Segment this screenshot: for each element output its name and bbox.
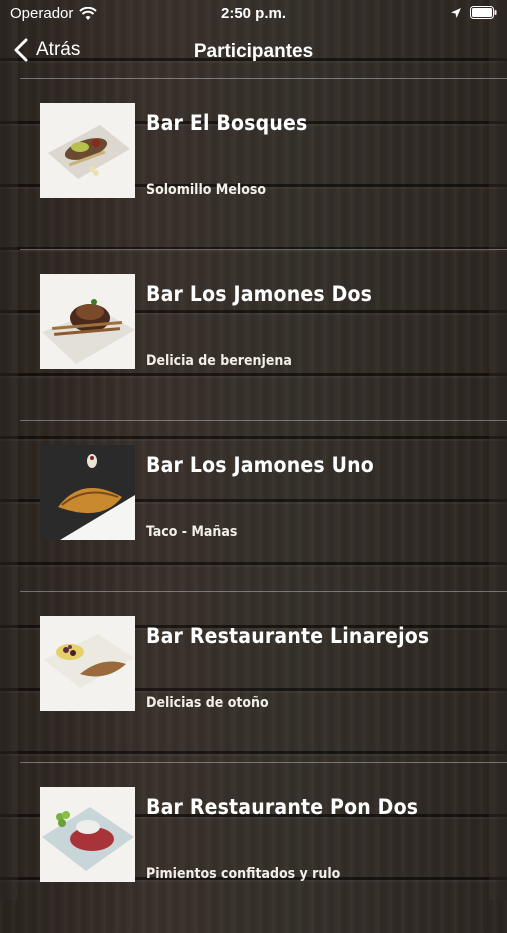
status-right-group [450,6,497,19]
page-title: Participantes [193,41,314,62]
status-bar: Operador 2:50 p.m. [0,0,507,28]
dish-thumbnail [40,445,135,540]
dish-image-taco [40,445,135,540]
item-subtitle: Delicias de otoño [146,695,269,711]
item-title: Bar Restaurante Linarejos [146,624,430,648]
list-item[interactable]: Bar Restaurante Pon Dos Pimientos confit… [20,763,507,933]
dish-thumbnail [40,103,135,198]
battery-icon [470,6,497,19]
item-subtitle: Solomillo Meloso [146,182,266,198]
list-item[interactable]: Bar Los Jamones Uno Taco - Mañas [20,421,507,592]
dish-image-pimientos [40,787,135,882]
item-subtitle: Pimientos confitados y rulo [146,866,341,882]
dish-image-otono [40,616,135,711]
dish-image-solomillo [40,103,135,198]
list-item[interactable]: Bar El Bosques Solomillo Meloso [20,79,507,250]
item-title: Bar Los Jamones Dos [146,282,373,306]
dish-thumbnail [40,787,135,882]
navigation-bar: Atrás Participantes [0,30,507,76]
dish-thumbnail [40,274,135,369]
item-title: Bar Restaurante Pon Dos [146,795,419,819]
status-time: 2:50 p.m. [220,5,287,22]
item-subtitle: Taco - Mañas [146,524,238,540]
item-title: Bar El Bosques [146,111,308,135]
participants-list: Bar El Bosques Solomillo Meloso Bar Los … [0,79,507,933]
item-subtitle: Delicia de berenjena [146,353,292,369]
item-title: Bar Los Jamones Uno [146,453,374,477]
list-item[interactable]: Bar Los Jamones Dos Delicia de berenjena [20,250,507,421]
dish-thumbnail [40,616,135,711]
location-arrow-icon [451,7,461,18]
dish-image-berenjena [40,274,135,369]
list-item[interactable]: Bar Restaurante Linarejos Delicias de ot… [20,592,507,763]
